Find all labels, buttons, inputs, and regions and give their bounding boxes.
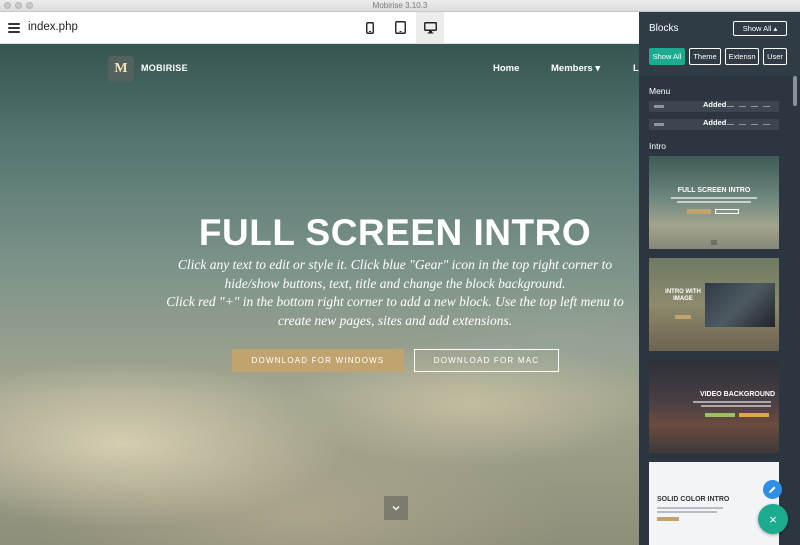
hero-title[interactable]: FULL SCREEN INTRO bbox=[0, 212, 639, 254]
app-window: Mobirise 3.10.3 index.php M MOBIRISE Hom… bbox=[0, 0, 800, 545]
thumb-button bbox=[687, 209, 711, 214]
desktop-view-button[interactable] bbox=[416, 12, 444, 43]
filter-theme[interactable]: Theme bbox=[689, 48, 721, 65]
thumb-title: VIDEO BACKGROUND bbox=[699, 391, 775, 398]
hero-text-line-1: Click any text to edit or style it. Clic… bbox=[177, 257, 613, 291]
tablet-icon bbox=[394, 21, 406, 34]
nav-home[interactable]: Home bbox=[493, 63, 519, 74]
thumb-button bbox=[657, 517, 679, 521]
thumb-text-line bbox=[677, 201, 751, 203]
chevron-down-icon bbox=[392, 506, 400, 511]
added-label: Added bbox=[703, 118, 727, 127]
site-logo[interactable]: M bbox=[108, 56, 134, 82]
panel-scrollbar[interactable] bbox=[793, 76, 797, 106]
added-label: Added bbox=[703, 100, 727, 109]
thumb-text-line bbox=[671, 197, 757, 199]
thumb-scroll-icon bbox=[711, 240, 717, 245]
thumb-button bbox=[705, 413, 735, 417]
close-icon: × bbox=[769, 511, 777, 527]
show-all-dropdown[interactable]: Show All ▴ bbox=[733, 21, 787, 36]
add-block-fab-button[interactable]: × bbox=[758, 504, 788, 534]
download-mac-button[interactable]: DOWNLOAD FOR MAC bbox=[414, 349, 559, 372]
intro-thumb-full-screen[interactable]: FULL SCREEN INTRO bbox=[649, 156, 779, 249]
desktop-icon bbox=[423, 21, 437, 33]
thumb-title: SOLID COLOR INTRO bbox=[657, 496, 730, 503]
intro-thumb-solid-color[interactable]: SOLID COLOR INTRO bbox=[649, 462, 779, 545]
thumb-text-line bbox=[657, 507, 723, 509]
intro-thumb-video[interactable]: VIDEO BACKGROUND bbox=[649, 360, 779, 453]
filter-user[interactable]: User bbox=[763, 48, 787, 65]
nav-item-partial[interactable]: L bbox=[633, 63, 639, 74]
filter-extensions[interactable]: Extensn bbox=[725, 48, 759, 65]
scroll-down-button[interactable] bbox=[384, 496, 408, 520]
download-windows-button[interactable]: DOWNLOAD FOR WINDOWS bbox=[232, 349, 404, 372]
app-toolbar: index.php bbox=[0, 12, 639, 44]
thumb-button bbox=[739, 413, 769, 417]
thumb-button bbox=[675, 315, 691, 319]
hamburger-icon[interactable] bbox=[8, 23, 20, 33]
panel-title: Blocks bbox=[649, 23, 679, 34]
thumb-title: FULL SCREEN INTRO bbox=[677, 187, 751, 194]
thumb-text-line bbox=[693, 401, 771, 403]
window-title: Mobirise 3.10.3 bbox=[372, 1, 428, 10]
tablet-view-button[interactable] bbox=[386, 12, 414, 43]
section-title-menu: Menu bbox=[649, 86, 671, 96]
hero-text[interactable]: Click any text to edit or style it. Clic… bbox=[156, 256, 634, 330]
menu-thumb-links bbox=[727, 106, 775, 107]
edit-fab-button[interactable] bbox=[763, 480, 782, 499]
menu-block-thumb[interactable]: Added bbox=[649, 100, 779, 112]
thumb-text-line bbox=[701, 405, 771, 407]
phone-view-button[interactable] bbox=[356, 12, 384, 43]
thumb-title: INTRO WITH IMAGE bbox=[665, 289, 701, 302]
filter-show-all[interactable]: Show All bbox=[649, 48, 685, 65]
menu-thumb-links bbox=[727, 124, 775, 125]
blocks-panel: Blocks Show All ▴ Show All Theme Extensn… bbox=[639, 12, 800, 545]
thumb-text-line bbox=[657, 511, 717, 513]
blocks-list[interactable]: Menu Added Added Intro FULL SCREEN INTRO bbox=[639, 76, 800, 545]
title-bar: Mobirise 3.10.3 bbox=[0, 0, 800, 12]
site-brand[interactable]: MOBIRISE bbox=[141, 63, 188, 73]
pencil-icon bbox=[769, 486, 776, 493]
menu-thumb-logo bbox=[654, 123, 664, 126]
thumb-image bbox=[705, 283, 775, 327]
hero-text-line-2: Click red "+" in the bottom right corner… bbox=[166, 294, 624, 328]
section-title-intro: Intro bbox=[649, 141, 667, 151]
menu-thumb-logo bbox=[654, 105, 664, 108]
nav-members[interactable]: Members ▾ bbox=[551, 63, 600, 74]
page-filename: index.php bbox=[28, 21, 78, 33]
hero-section[interactable]: M MOBIRISE Home Members ▾ L FULL SCREEN … bbox=[0, 44, 639, 545]
menu-block-thumb[interactable]: Added bbox=[649, 118, 779, 130]
phone-icon bbox=[366, 21, 374, 34]
intro-thumb-with-image[interactable]: INTRO WITH IMAGE bbox=[649, 258, 779, 351]
thumb-button bbox=[715, 209, 739, 214]
